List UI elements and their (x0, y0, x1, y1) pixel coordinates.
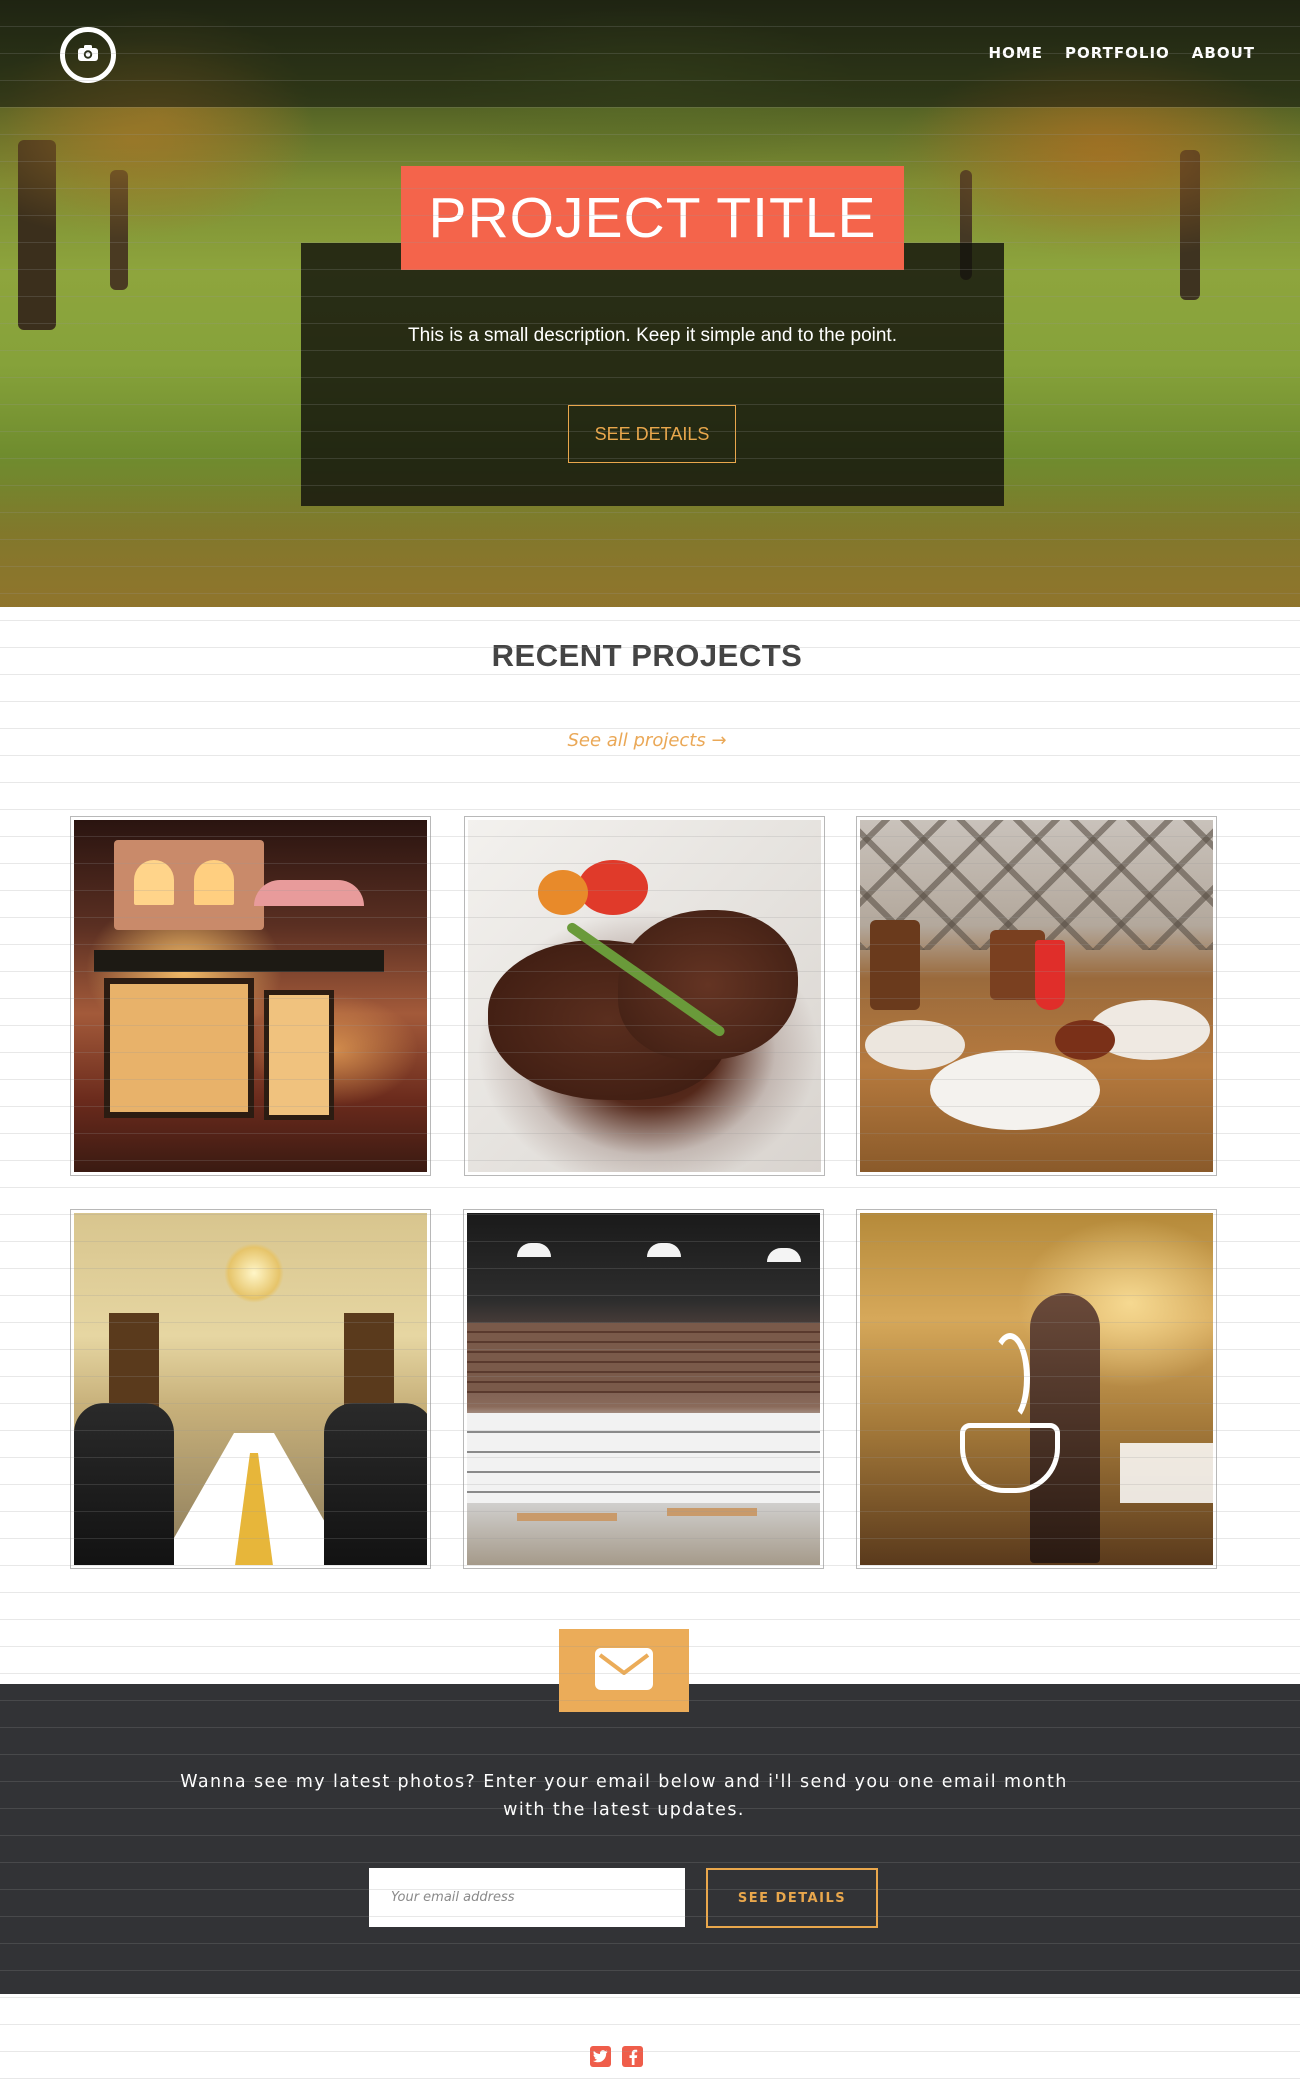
dollhouse-image (74, 820, 427, 1172)
newsletter-icon-tab (559, 1629, 689, 1712)
main-nav: HOME PORTFOLIO ABOUT (989, 44, 1255, 62)
cafe-table (667, 1508, 757, 1516)
newsletter-section: Wanna see my latest photos? Enter your e… (0, 1684, 1300, 1994)
dollhouse-awning (254, 880, 364, 906)
navbar: HOME PORTFOLIO ABOUT (0, 0, 1300, 107)
email-input[interactable] (369, 1868, 685, 1927)
project-thumbnail-4[interactable] (70, 1209, 431, 1569)
dollhouse-door (264, 990, 334, 1120)
chair (870, 920, 920, 1010)
pendant-lamp (517, 1243, 551, 1257)
project-title-banner: PROJECT TITLE (401, 166, 904, 270)
pepper-garnish (538, 870, 588, 915)
banquet-hall-image (74, 1213, 427, 1565)
project-title: PROJECT TITLE (428, 186, 877, 250)
chandelier (224, 1243, 284, 1303)
project-description: This is a small description. Keep it sim… (408, 325, 897, 346)
dollhouse-shopfront (104, 978, 254, 1118)
nav-portfolio-link[interactable]: PORTFOLIO (1065, 44, 1170, 62)
dollhouse-sign (94, 950, 384, 972)
industrial-cafe-image (467, 1213, 820, 1565)
project-thumbnail-5[interactable] (463, 1209, 824, 1569)
red-drink (1035, 940, 1065, 1010)
nav-about-link[interactable]: ABOUT (1192, 44, 1255, 62)
envelope-icon (594, 1647, 654, 1695)
project-thumbnail-3[interactable] (856, 816, 1217, 1176)
recent-projects-heading: RECENT PROJECTS (491, 638, 803, 673)
guests-right (324, 1403, 427, 1565)
project-description-panel: This is a small description. Keep it sim… (301, 243, 1004, 506)
coffee-shop-window-image (860, 1213, 1213, 1565)
nav-home-link[interactable]: HOME (989, 44, 1043, 62)
twitter-icon[interactable] (590, 2046, 611, 2067)
social-links (590, 2046, 643, 2067)
food-portion (1055, 1020, 1115, 1060)
hero-section: HOME PORTFOLIO ABOUT PROJECT TITLE This … (0, 0, 1300, 607)
see-all-projects-link[interactable]: See all projects → (0, 730, 1294, 751)
logo-button[interactable] (60, 27, 116, 83)
dollhouse-window (194, 860, 234, 905)
pendant-lamp (767, 1248, 801, 1262)
guests-left (74, 1403, 174, 1565)
pendant-lamp (647, 1243, 681, 1257)
brick-wall (467, 1323, 820, 1393)
plate (930, 1050, 1100, 1130)
hero-see-details-button[interactable]: SEE DETAILS (568, 405, 736, 463)
camera-icon (77, 44, 99, 66)
project-thumbnail-1[interactable] (70, 816, 431, 1176)
project-thumbnail-6[interactable] (856, 1209, 1217, 1569)
tomato-garnish (578, 860, 648, 915)
newsletter-see-details-button[interactable]: SEE DETAILS (706, 1868, 878, 1928)
dollhouse-window (134, 860, 174, 905)
steak-image (468, 820, 821, 1172)
restaurant-table-image (860, 820, 1213, 1172)
plate (865, 1020, 965, 1070)
cafe-table (517, 1513, 617, 1521)
steam-drawing (990, 1333, 1030, 1423)
project-thumbnail-2[interactable] (464, 816, 825, 1176)
display-case (1120, 1443, 1213, 1503)
tiled-steps (467, 1413, 820, 1503)
newsletter-text: Wanna see my latest photos? Enter your e… (180, 1772, 1068, 1820)
facebook-icon[interactable] (622, 2046, 643, 2067)
